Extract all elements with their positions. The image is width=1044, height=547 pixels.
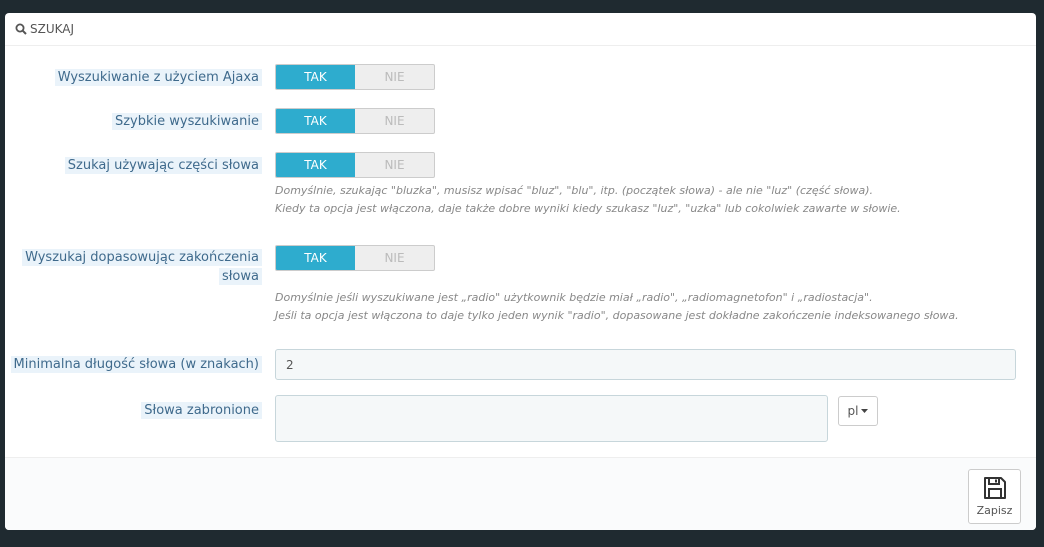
instant-search-yes[interactable]: TAK — [276, 109, 355, 133]
min-word-length-label: Minimalna długość słowa (w znakach) — [10, 355, 262, 374]
word-endings-help-line2: Jeśli ta opcja jest włączona to daje tyl… — [275, 309, 959, 322]
blacklisted-words-textarea[interactable] — [275, 395, 828, 442]
word-endings-no[interactable]: NIE — [355, 246, 434, 270]
instant-search-no[interactable]: NIE — [355, 109, 434, 133]
partial-word-switch[interactable]: TAK NIE — [275, 152, 435, 178]
word-endings-help-line1: Domyślnie jeśli wyszukiwane jest „radio"… — [275, 291, 873, 304]
word-endings-label: Wyszukaj dopasowując zakończenia słowa — [22, 248, 262, 286]
search-settings-panel: SZUKAJ Wyszukiwanie z użyciem Ajaxa TAK … — [5, 13, 1036, 530]
ajax-search-yes[interactable]: TAK — [276, 65, 355, 89]
ajax-search-switch[interactable]: TAK NIE — [275, 64, 435, 90]
save-button[interactable]: Zapisz — [968, 469, 1021, 524]
partial-word-help-line2: Kiedy ta opcja jest włączona, daje także… — [275, 202, 901, 215]
word-endings-yes[interactable]: TAK — [276, 246, 355, 270]
partial-word-yes[interactable]: TAK — [276, 153, 355, 177]
partial-word-no[interactable]: NIE — [355, 153, 434, 177]
language-dropdown[interactable]: pl — [838, 396, 878, 426]
panel-heading: SZUKAJ — [5, 13, 1036, 46]
word-endings-switch[interactable]: TAK NIE — [275, 245, 435, 271]
caret-down-icon — [861, 409, 869, 413]
partial-word-help-line1: Domyślnie, szukając "bluzka", musisz wpi… — [275, 184, 874, 197]
instant-search-switch[interactable]: TAK NIE — [275, 108, 435, 134]
save-button-label: Zapisz — [976, 504, 1013, 517]
partial-word-help: Domyślnie, szukając "bluzka", musisz wpi… — [275, 182, 1015, 218]
language-code: pl — [847, 404, 859, 418]
floppy-disk-icon — [983, 477, 1006, 499]
word-endings-help: Domyślnie jeśli wyszukiwane jest „radio"… — [275, 289, 1015, 325]
instant-search-label: Szybkie wyszukiwanie — [111, 112, 262, 131]
ajax-search-no[interactable]: NIE — [355, 65, 434, 89]
ajax-search-label: Wyszukiwanie z użyciem Ajaxa — [54, 68, 262, 87]
partial-word-label: Szukaj używając części słowa — [64, 156, 262, 175]
blacklisted-words-label: Słowa zabronione — [141, 401, 262, 420]
panel-footer: Zapisz — [5, 457, 1036, 530]
search-icon — [15, 23, 27, 35]
min-word-length-input[interactable]: 2 — [275, 349, 1016, 380]
panel-title: SZUKAJ — [30, 22, 75, 36]
